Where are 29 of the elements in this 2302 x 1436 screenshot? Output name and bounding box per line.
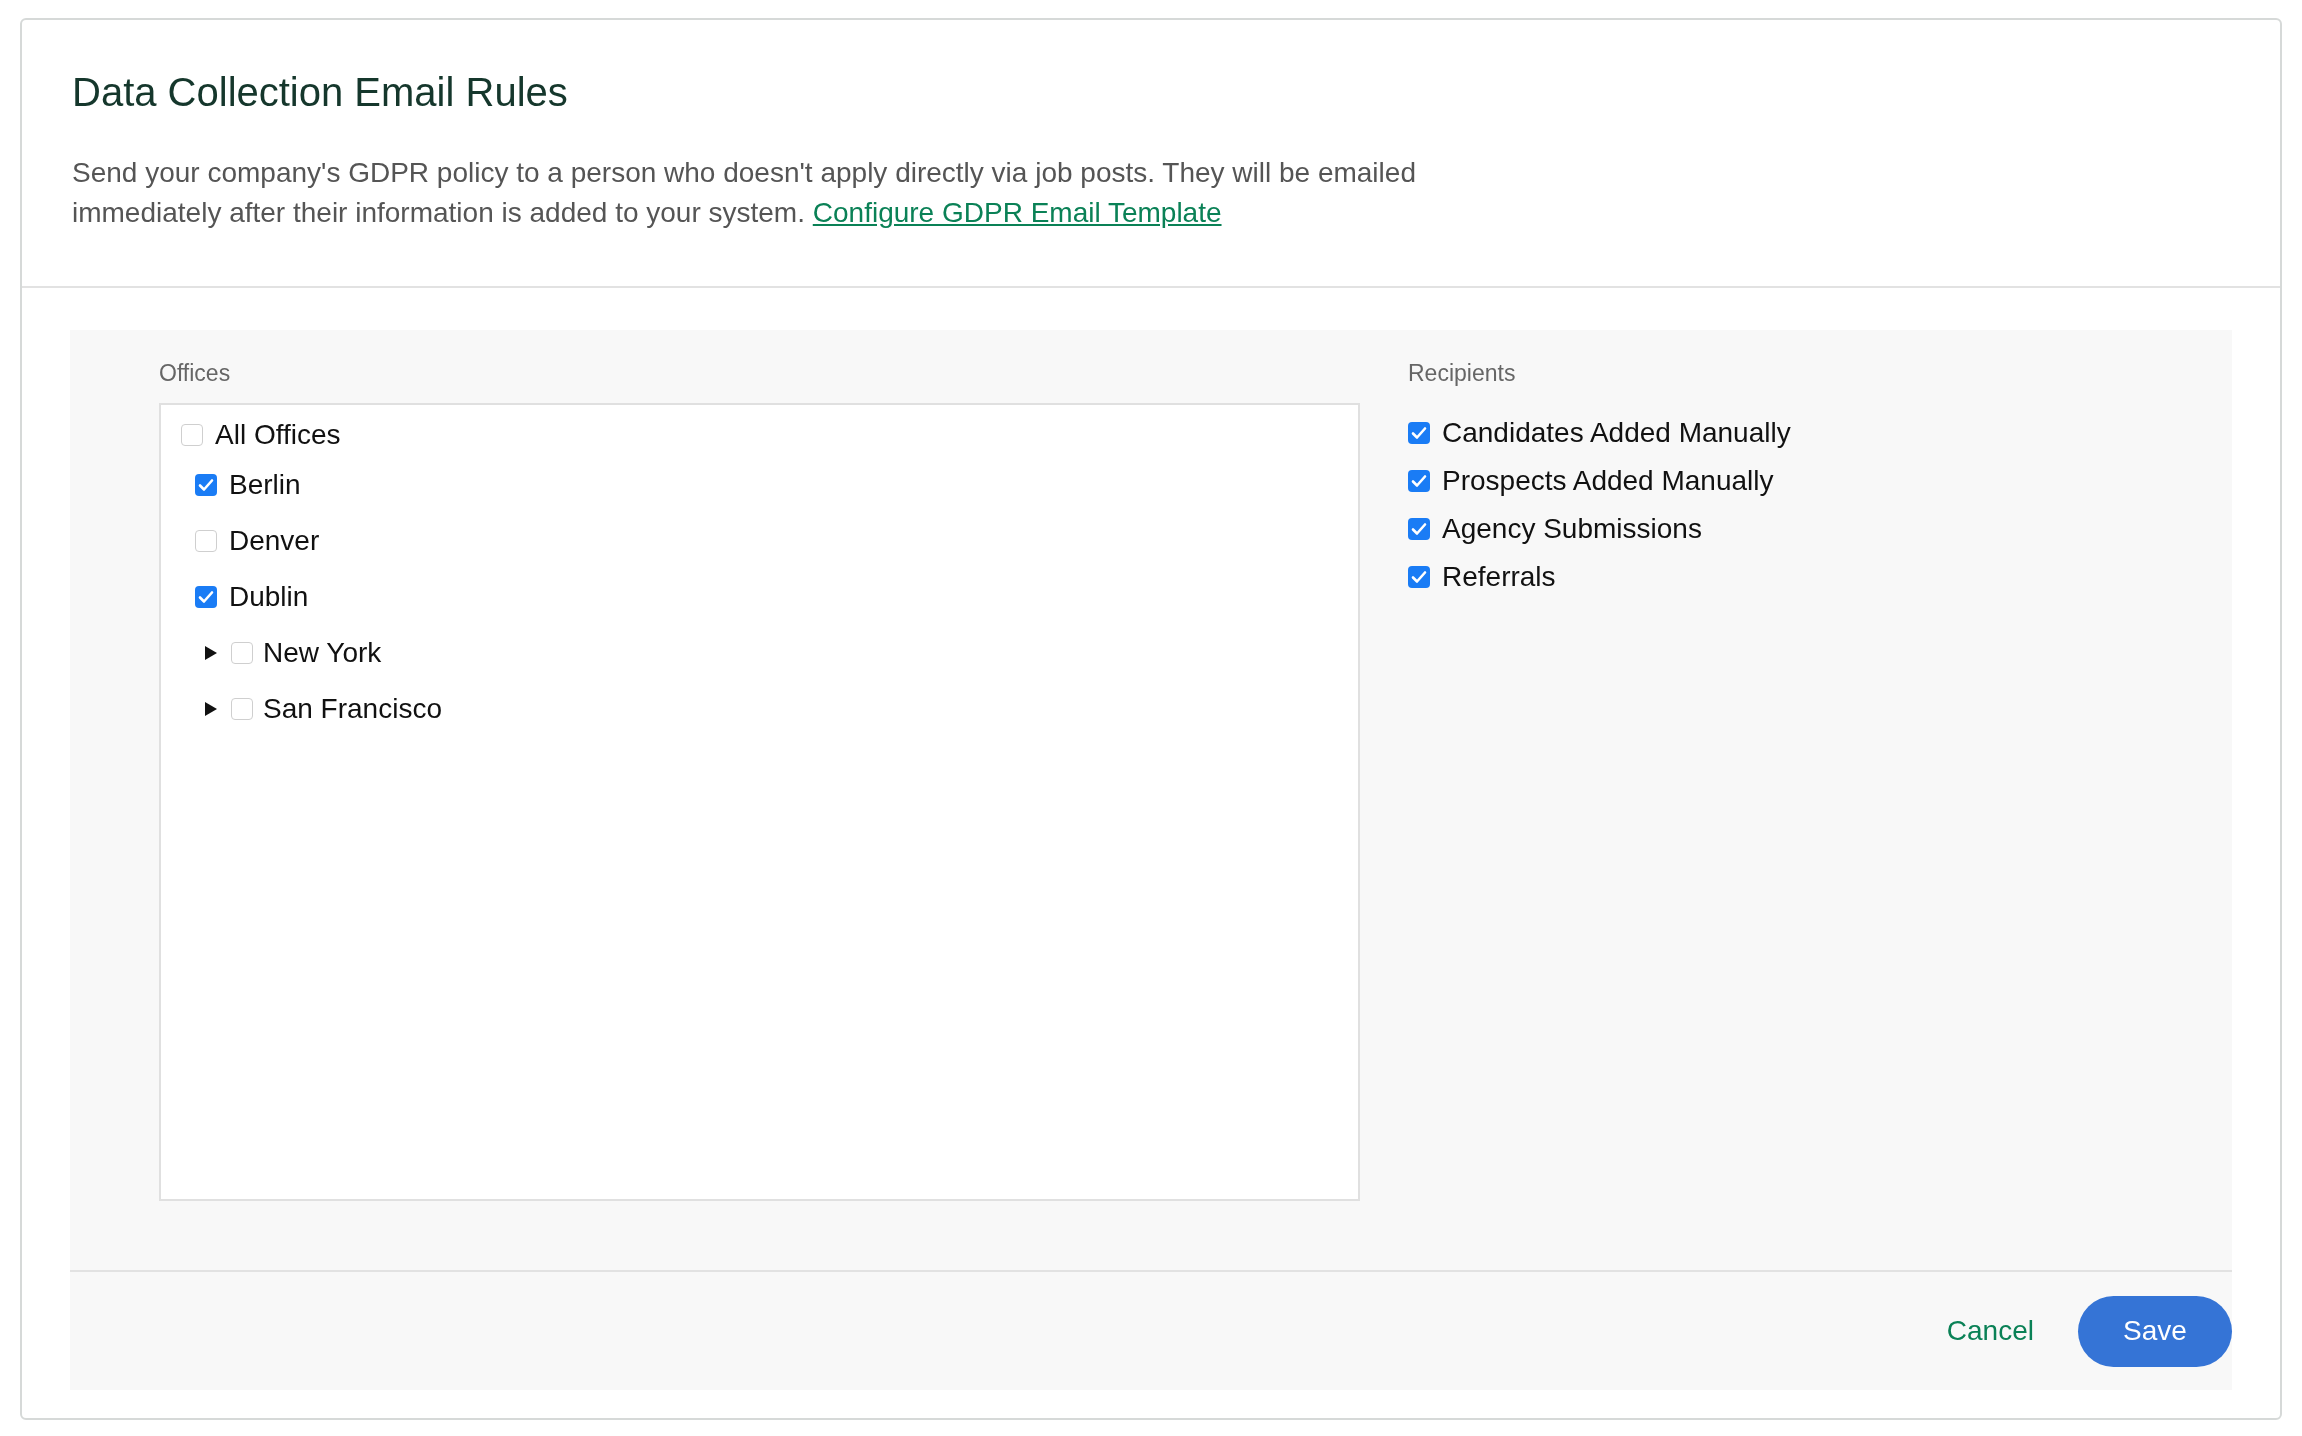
description-text: Send your company's GDPR policy to a person who doesn't apply directly via job posts. They will be emailed immediately after their information is added to your system. Configure GDPR Email Template (72, 156, 1417, 230)
section-label: Recipients (1408, 360, 1517, 387)
checkbox-label: Dublin (229, 581, 309, 613)
checkbox[interactable] (195, 586, 217, 608)
checkbox[interactable] (1408, 518, 1430, 540)
checkbox[interactable] (181, 424, 203, 446)
checkbox[interactable] (1408, 566, 1430, 588)
template-link[interactable]: Configure GDPR Email Template (812, 197, 1222, 228)
checkbox[interactable] (231, 642, 253, 664)
checkbox-label: Candidates Added Manually (1442, 417, 1791, 449)
page-title: Data Collection Email Rules (72, 70, 569, 115)
checkbox-label: Agency Submissions (1442, 513, 1702, 545)
checkbox[interactable] (1408, 470, 1430, 492)
checkbox-label: New York (263, 637, 382, 669)
save-button[interactable]: Save (2078, 1295, 2232, 1367)
checkbox-label: All Offices (215, 419, 341, 451)
section-label: Offices (159, 360, 232, 387)
caret-right-icon[interactable] (204, 701, 218, 717)
cancel-button[interactable]: Cancel (1946, 1307, 2034, 1355)
checkbox[interactable] (195, 474, 217, 496)
checkbox[interactable] (195, 530, 217, 552)
checkbox-label: Denver (229, 525, 320, 557)
checkbox-label: Prospects Added Manually (1442, 465, 1774, 497)
checkbox-label: San Francisco (263, 693, 442, 725)
checkbox[interactable] (1408, 422, 1430, 444)
checkbox-label: Berlin (229, 469, 301, 501)
checkbox[interactable] (231, 698, 253, 720)
caret-right-icon[interactable] (204, 645, 218, 661)
checkbox-label: Referrals (1442, 561, 1556, 593)
